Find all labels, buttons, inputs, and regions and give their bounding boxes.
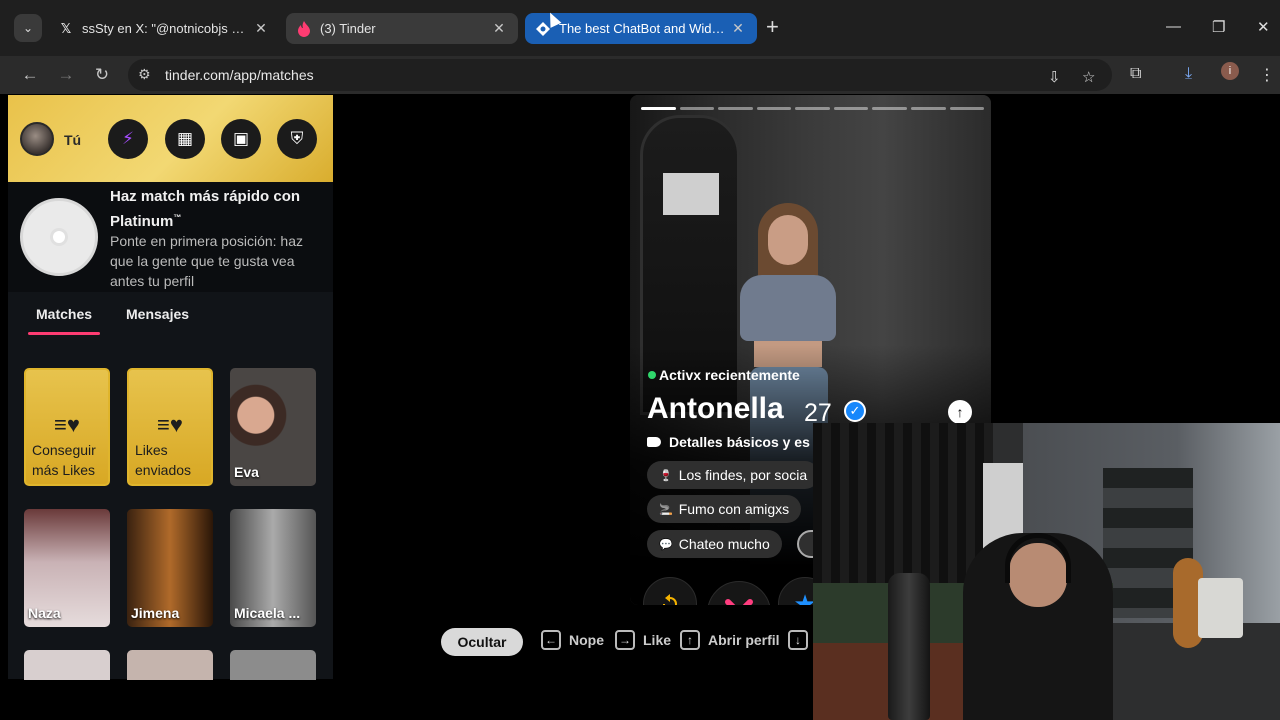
details-row: Detalles básicos y es xyxy=(647,434,810,450)
downloads-icon[interactable]: ⤓ xyxy=(1185,65,1192,83)
tab-messages[interactable]: Mensajes xyxy=(126,306,189,322)
browser-toolbar: ← → ↻ ⚙ tinder.com/app/matches ⇩ ☆ ⧉ ⤓ ⋮ xyxy=(0,56,1280,94)
minimize-icon[interactable]: — xyxy=(1166,18,1181,35)
photo-progress-segment[interactable] xyxy=(641,107,676,110)
forward-icon[interactable]: → xyxy=(52,61,80,89)
photo-paper xyxy=(663,173,719,215)
my-profile-label[interactable]: Tú xyxy=(64,132,81,148)
close-icon[interactable]: ✕ xyxy=(252,20,270,37)
restore-icon[interactable]: ❐ xyxy=(1212,18,1225,36)
hint-nope: ← Nope xyxy=(541,630,604,650)
window-close-icon[interactable]: ✕ xyxy=(1257,18,1270,36)
likes-heart-icon: ≡♥ xyxy=(54,412,80,437)
browser-tab-chatbot[interactable]: The best ChatBot and Widgets ✕ xyxy=(525,13,757,44)
match-card[interactable]: Micaela ... xyxy=(230,509,316,627)
verified-badge-icon: ✓ xyxy=(844,400,866,422)
photo-progress-bar xyxy=(641,107,985,111)
photo-progress-segment[interactable] xyxy=(679,107,715,110)
tab-matches[interactable]: Matches xyxy=(27,306,101,335)
hint-open-profile: ↑ Abrir perfil xyxy=(680,630,780,650)
boost-icon[interactable]: ⚡ xyxy=(108,119,148,159)
rewind-icon xyxy=(663,594,677,605)
activity-status: Activx recientemente xyxy=(659,367,800,383)
tab-title: The best ChatBot and Widgets xyxy=(559,21,729,36)
extensions-icon[interactable]: ⧉ xyxy=(1130,65,1141,83)
photo-progress-segment[interactable] xyxy=(718,107,753,110)
reload-icon[interactable]: ↻ xyxy=(88,61,116,89)
tab-title: (3) Tinder xyxy=(320,21,376,36)
profile-avatar[interactable]: i xyxy=(1221,62,1239,80)
platinum-ring-icon xyxy=(20,198,98,276)
match-card[interactable] xyxy=(127,650,213,680)
close-icon[interactable]: ✕ xyxy=(490,20,508,37)
back-icon[interactable]: ← xyxy=(16,61,44,89)
tag-icon xyxy=(647,437,661,447)
bookmark-star-icon[interactable]: ☆ xyxy=(1082,68,1095,86)
address-bar[interactable]: ⚙ tinder.com/app/matches ⇩ ☆ xyxy=(128,59,1112,91)
tinder-page: Tú ⚡ ▦ ▣ ⛨ Haz match más rápido con Plat… xyxy=(0,94,1280,720)
promo-body: Ponte en primera posición: haz que la ge… xyxy=(110,233,303,289)
install-app-icon[interactable]: ⇩ xyxy=(1048,68,1061,86)
photo-progress-segment[interactable] xyxy=(872,107,907,110)
briefcase-icon[interactable]: ▣ xyxy=(221,119,261,159)
arrow-up-key-icon: ↑ xyxy=(680,630,700,650)
photo-progress-segment[interactable] xyxy=(756,107,792,110)
photo-progress-segment[interactable] xyxy=(949,107,985,110)
promo-title: Haz match más rápido con Platinum™ xyxy=(110,188,301,230)
match-photo xyxy=(24,650,110,680)
open-profile-arrow-icon[interactable]: ↑ xyxy=(948,400,972,424)
explore-icon[interactable]: ▦ xyxy=(165,119,205,159)
profile-name: Antonella xyxy=(647,392,784,425)
arrow-right-key-icon: → xyxy=(615,630,635,650)
match-photo xyxy=(230,650,316,680)
browser-tabstrip: ⌄ 𝕏 ssSty en X: "@notnicobjs Pero e ✕ (3… xyxy=(0,0,1280,56)
photo-progress-segment[interactable] xyxy=(833,107,869,110)
webcam-overlay xyxy=(813,423,1280,720)
close-icon[interactable]: ✕ xyxy=(729,20,747,37)
cigarette-icon: 🚬 xyxy=(659,503,673,516)
hide-hints-button[interactable]: Ocultar xyxy=(441,628,523,656)
url-text: tinder.com/app/matches xyxy=(165,67,314,83)
sidebar-header: Tú ⚡ ▦ ▣ ⛨ xyxy=(8,95,333,182)
shield-icon[interactable]: ⛨ xyxy=(277,119,317,159)
chat-icon: 💬 xyxy=(659,538,673,551)
match-card[interactable]: Jimena xyxy=(127,509,213,627)
x-icon: 𝕏 xyxy=(60,20,72,36)
browser-tab-tinder[interactable]: (3) Tinder ✕ xyxy=(286,13,518,44)
match-card[interactable] xyxy=(230,650,316,680)
profile-chip: 💬 Chateo mucho xyxy=(647,530,782,558)
tinder-flame-icon xyxy=(296,20,312,37)
tab-search-button[interactable]: ⌄ xyxy=(14,14,42,42)
arrow-down-key-icon: ↓ xyxy=(788,630,808,650)
platinum-promo[interactable]: Haz match más rápido con Platinum™ Ponte… xyxy=(8,182,333,292)
online-dot-icon xyxy=(648,371,656,379)
tab-title: ssSty en X: "@notnicobjs Pero e xyxy=(82,21,252,36)
nope-x-icon xyxy=(725,599,753,605)
profile-chip: 🚬 Fumo con amigxs xyxy=(647,495,802,523)
avatar[interactable] xyxy=(20,122,54,156)
profile-chip: 🍷 Los findes, por socia xyxy=(647,461,820,489)
match-photo xyxy=(127,650,213,680)
menu-icon[interactable]: ⋮ xyxy=(1259,65,1275,85)
browser-tab-x[interactable]: 𝕏 ssSty en X: "@notnicobjs Pero e ✕ xyxy=(48,13,280,44)
match-card[interactable]: Eva xyxy=(230,368,316,486)
match-card[interactable] xyxy=(24,650,110,680)
likes-sent-card[interactable]: ≡♥ Likes enviados xyxy=(127,368,213,486)
glass-icon: 🍷 xyxy=(659,469,673,482)
likes-heart-icon: ≡♥ xyxy=(157,412,183,437)
hint-like: → Like xyxy=(615,630,671,650)
hint-close-profile: ↓ xyxy=(788,630,816,650)
photo-progress-segment[interactable] xyxy=(795,107,830,110)
site-settings-icon[interactable]: ⚙ xyxy=(138,66,151,83)
photo-progress-segment[interactable] xyxy=(910,107,946,110)
sidebar-tabs: Matches Mensajes xyxy=(8,292,333,338)
get-more-likes-card[interactable]: ≡♥ Conseguir más Likes xyxy=(24,368,110,486)
arrow-left-key-icon: ← xyxy=(541,630,561,650)
new-tab-button[interactable]: + xyxy=(766,16,779,38)
match-card[interactable]: Naza xyxy=(24,509,110,627)
